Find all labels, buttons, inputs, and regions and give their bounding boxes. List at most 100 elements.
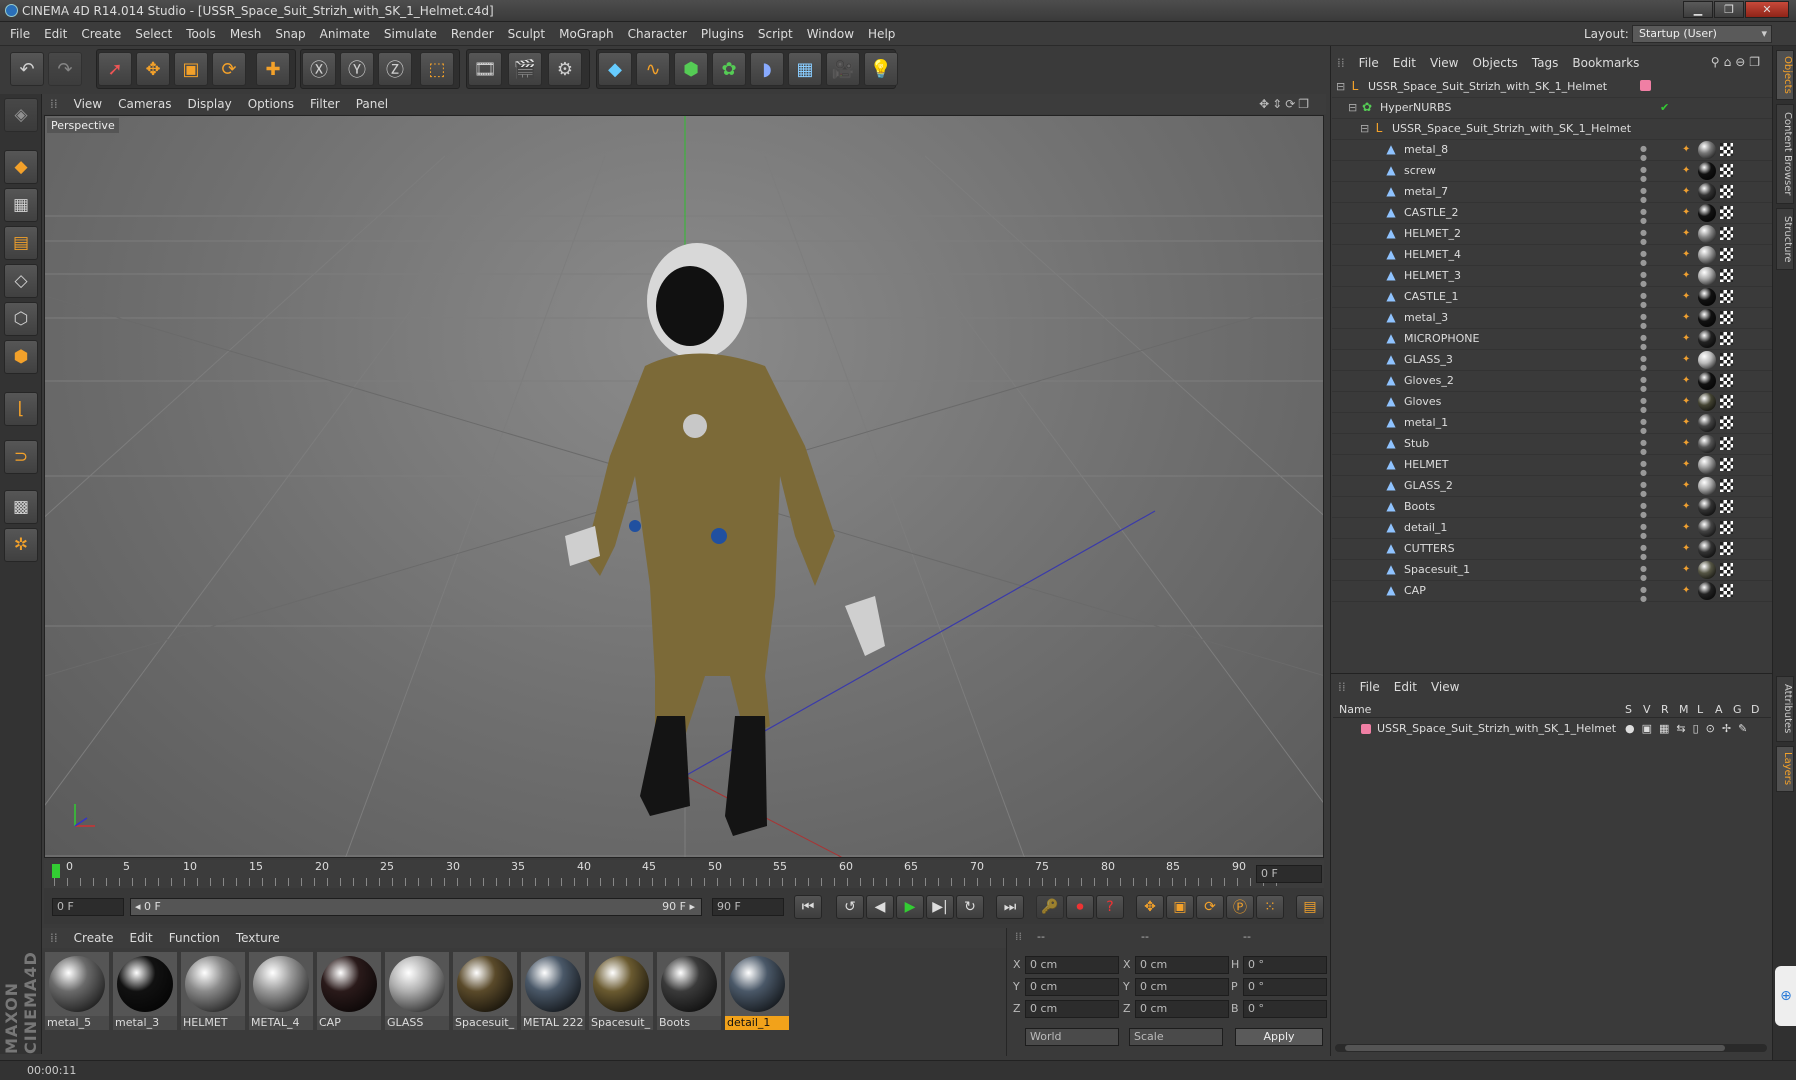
phong-tag-icon[interactable]: ✦ — [1682, 375, 1690, 386]
points-mode-icon[interactable]: ◇ — [4, 264, 38, 298]
visibility-dots-icon[interactable]: ● ● — [1640, 186, 1649, 204]
obj-menu-bookmarks[interactable]: Bookmarks — [1565, 52, 1646, 74]
frame-range-slider[interactable]: ◂ 0 F 90 F ▸ — [130, 898, 702, 916]
size-z-field[interactable]: 0 cm — [1135, 1000, 1229, 1018]
render-picture-viewer-icon[interactable]: 🎬 — [508, 52, 542, 86]
uvw-tag-icon[interactable] — [1720, 290, 1733, 303]
collapse-icon[interactable]: ⊟ — [1360, 122, 1369, 135]
rot-p-field[interactable]: 0 ° — [1243, 978, 1327, 996]
object-row-root[interactable]: ⊟ L USSR_Space_Suit_Strizh_with_SK_1_Hel… — [1332, 77, 1772, 98]
object-row[interactable]: ▲ HELMET ● ● ✦ — [1332, 455, 1772, 477]
material-tag-icon[interactable] — [1698, 162, 1716, 180]
previous-frame-icon[interactable]: ◀ — [866, 895, 894, 919]
layer-menu-edit[interactable]: Edit — [1387, 676, 1424, 698]
phong-tag-icon[interactable]: ✦ — [1682, 396, 1690, 407]
uvw-tag-icon[interactable] — [1720, 437, 1733, 450]
object-row[interactable]: ▲ CAP ● ● ✦ — [1332, 581, 1772, 603]
phong-tag-icon[interactable]: ✦ — [1682, 564, 1690, 575]
world-select[interactable]: World — [1025, 1028, 1119, 1046]
model-mode-icon[interactable]: ◆ — [4, 150, 38, 184]
material-swatch[interactable]: METAL 222 — [521, 952, 585, 1030]
render-settings-icon[interactable]: ⚙ — [548, 52, 582, 86]
collapse-icon[interactable]: ⊟ — [1348, 101, 1357, 114]
uvw-tag-icon[interactable] — [1720, 248, 1733, 261]
scale-icon[interactable]: ▣ — [174, 52, 208, 86]
menu-sculpt[interactable]: Sculpt — [501, 22, 552, 46]
visibility-dots-icon[interactable]: ● ● — [1640, 207, 1649, 225]
object-row[interactable]: ▲ Spacesuit_1 ● ● ✦ — [1332, 560, 1772, 582]
menu-window[interactable]: Window — [800, 22, 861, 46]
axis-mode-icon[interactable]: ⌊ — [4, 392, 38, 426]
move-icon[interactable]: ✥ — [136, 52, 170, 86]
key-position-icon[interactable]: ✥ — [1136, 895, 1164, 919]
uvw-tag-icon[interactable] — [1720, 227, 1733, 240]
phong-tag-icon[interactable]: ✦ — [1682, 312, 1690, 323]
mat-menu-function[interactable]: Function — [161, 928, 228, 948]
live-select-icon[interactable]: ➚ — [98, 52, 132, 86]
material-tag-icon[interactable] — [1698, 330, 1716, 348]
recent-tool-icon[interactable]: ✚ — [256, 52, 290, 86]
uvw-tag-icon[interactable] — [1720, 185, 1733, 198]
y-axis-icon[interactable]: Ⓨ — [340, 52, 374, 86]
go-to-end-icon[interactable]: ⏭ — [996, 895, 1024, 919]
menu-file[interactable]: File — [0, 22, 37, 46]
material-tag-icon[interactable] — [1698, 498, 1716, 516]
key-rotation-icon[interactable]: ⟳ — [1196, 895, 1224, 919]
phong-tag-icon[interactable]: ✦ — [1682, 438, 1690, 449]
visibility-dots-icon[interactable]: ● ● — [1640, 375, 1649, 393]
menu-edit[interactable]: Edit — [37, 22, 74, 46]
pos-y-field[interactable]: 0 cm — [1025, 978, 1119, 996]
undo-icon[interactable]: ↶ — [10, 52, 44, 86]
pos-x-field[interactable]: 0 cm — [1025, 956, 1119, 974]
magnet-icon[interactable]: ⊃ — [4, 440, 38, 474]
layer-row[interactable]: USSR_Space_Suit_Strizh_with_SK_1_Helmet … — [1333, 720, 1771, 738]
enabled-check-icon[interactable]: ✔ — [1660, 101, 1669, 114]
object-row-hypernurbs[interactable]: ⊟ ✿ HyperNURBS ✔ — [1332, 98, 1772, 119]
visibility-dots-icon[interactable]: ● ● — [1640, 438, 1649, 456]
phong-tag-icon[interactable]: ✦ — [1682, 270, 1690, 281]
menu-mesh[interactable]: Mesh — [223, 22, 269, 46]
key-param-icon[interactable]: Ⓟ — [1226, 895, 1254, 919]
visibility-dots-icon[interactable]: ● ● — [1640, 480, 1649, 498]
uvw-tag-icon[interactable] — [1720, 353, 1733, 366]
object-row[interactable]: ▲ Stub ● ● ✦ — [1332, 434, 1772, 456]
key-scale-icon[interactable]: ▣ — [1166, 895, 1194, 919]
mat-menu-texture[interactable]: Texture — [228, 928, 288, 948]
phong-tag-icon[interactable]: ✦ — [1682, 522, 1690, 533]
light-icon[interactable]: 💡 — [864, 52, 898, 86]
vp-menu-display[interactable]: Display — [179, 94, 239, 114]
object-row[interactable]: ▲ HELMET_4 ● ● ✦ — [1332, 245, 1772, 267]
rot-b-field[interactable]: 0 ° — [1243, 1000, 1327, 1018]
make-editable-icon[interactable]: ◈ — [4, 98, 38, 132]
nurbs-icon[interactable]: ⬢ — [674, 52, 708, 86]
menu-select[interactable]: Select — [128, 22, 179, 46]
close-button[interactable]: ✕ — [1745, 1, 1789, 18]
visibility-dots-icon[interactable]: ● ● — [1640, 291, 1649, 309]
scale-select[interactable]: Scale — [1129, 1028, 1223, 1046]
cube-icon[interactable]: ◆ — [598, 52, 632, 86]
phong-tag-icon[interactable]: ✦ — [1682, 186, 1690, 197]
material-tag-icon[interactable] — [1698, 414, 1716, 432]
mograph-icon[interactable]: ✿ — [712, 52, 746, 86]
mat-menu-edit[interactable]: Edit — [122, 928, 161, 948]
tab-content-browser[interactable]: Content Browser — [1776, 104, 1794, 204]
object-row[interactable]: ▲ GLASS_3 ● ● ✦ — [1332, 350, 1772, 372]
current-frame-field[interactable]: 0 F — [1256, 865, 1322, 883]
polygons-mode-icon[interactable]: ⬢ — [4, 340, 38, 374]
playhead[interactable] — [52, 864, 60, 878]
mat-menu-create[interactable]: Create — [66, 928, 122, 948]
rotate-icon[interactable]: ⟳ — [212, 52, 246, 86]
obj-menu-view[interactable]: View — [1423, 52, 1465, 74]
pos-z-field[interactable]: 0 cm — [1025, 1000, 1119, 1018]
spline-icon[interactable]: ∿ — [636, 52, 670, 86]
viewport[interactable]: Perspective — [44, 115, 1324, 858]
object-row[interactable]: ▲ screw ● ● ✦ — [1332, 161, 1772, 183]
visibility-dots-icon[interactable]: ● ● — [1640, 501, 1649, 519]
material-tag-icon[interactable] — [1698, 519, 1716, 537]
material-tag-icon[interactable] — [1698, 141, 1716, 159]
material-swatch[interactable]: GLASS — [385, 952, 449, 1030]
uvw-tag-icon[interactable] — [1720, 458, 1733, 471]
start-frame-field[interactable]: 0 F — [52, 898, 124, 916]
visibility-dots-icon[interactable]: ● ● — [1640, 165, 1649, 183]
camera-icon[interactable]: 🎥 — [826, 52, 860, 86]
